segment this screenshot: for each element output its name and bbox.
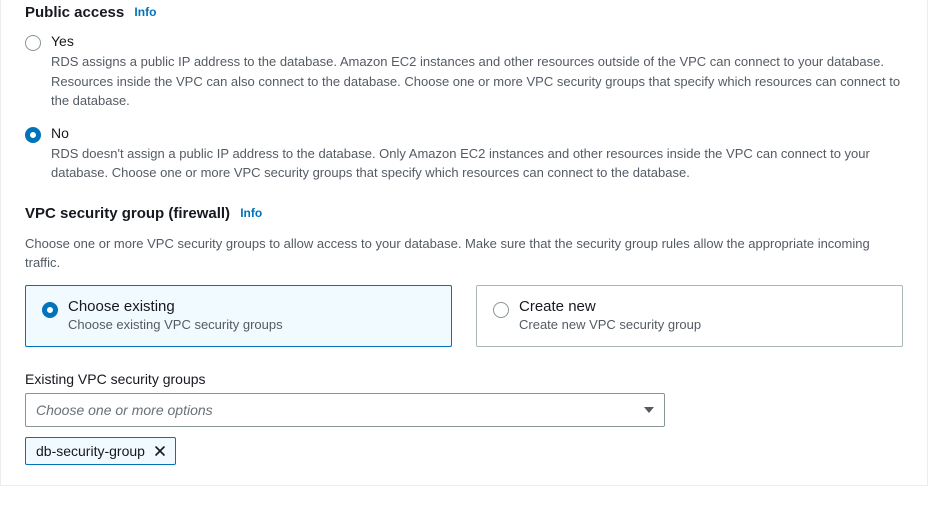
radio-icon[interactable] [25, 35, 41, 51]
public-access-option-no[interactable]: No RDS doesn't assign a public IP addres… [25, 125, 903, 183]
radio-icon[interactable] [42, 302, 58, 318]
tile-choose-existing[interactable]: Choose existing Choose existing VPC secu… [25, 285, 452, 347]
radio-icon[interactable] [25, 127, 41, 143]
radio-icon[interactable] [493, 302, 509, 318]
existing-groups-dropdown[interactable]: Choose one or more options [25, 393, 665, 427]
existing-groups-label: Existing VPC security groups [25, 371, 903, 387]
vpc-sg-title: VPC security group (firewall) [25, 205, 230, 222]
public-access-heading: Public access Info [25, 4, 903, 21]
tile-create-new[interactable]: Create new Create new VPC security group [476, 285, 903, 347]
vpc-sg-heading: VPC security group (firewall) Info [25, 205, 903, 222]
security-group-token-label: db-security-group [36, 443, 145, 459]
public-access-info-link[interactable]: Info [134, 5, 156, 19]
tile-create-new-desc: Create new VPC security group [519, 317, 701, 332]
close-icon[interactable] [153, 444, 167, 458]
existing-groups-placeholder: Choose one or more options [36, 402, 213, 418]
public-access-option-yes[interactable]: Yes RDS assigns a public IP address to t… [25, 33, 903, 111]
vpc-sg-desc: Choose one or more VPC security groups t… [25, 234, 903, 273]
tile-choose-existing-title: Choose existing [68, 298, 283, 315]
tile-create-new-title: Create new [519, 298, 701, 315]
vpc-sg-info-link[interactable]: Info [240, 206, 262, 220]
public-access-yes-label: Yes [51, 33, 903, 49]
public-access-yes-desc: RDS assigns a public IP address to the d… [51, 52, 903, 111]
public-access-no-desc: RDS doesn't assign a public IP address t… [51, 144, 903, 183]
vpc-sg-tiles: Choose existing Choose existing VPC secu… [25, 285, 903, 347]
tile-content: Choose existing Choose existing VPC secu… [68, 298, 283, 332]
selected-tokens-row: db-security-group [25, 437, 903, 465]
chevron-down-icon [644, 407, 654, 413]
radio-label-col: Yes RDS assigns a public IP address to t… [51, 33, 903, 111]
security-group-token: db-security-group [25, 437, 176, 465]
settings-panel: Public access Info Yes RDS assigns a pub… [0, 0, 928, 486]
radio-label-col: No RDS doesn't assign a public IP addres… [51, 125, 903, 183]
tile-content: Create new Create new VPC security group [519, 298, 701, 332]
tile-choose-existing-desc: Choose existing VPC security groups [68, 317, 283, 332]
public-access-no-label: No [51, 125, 903, 141]
public-access-title: Public access [25, 4, 124, 21]
